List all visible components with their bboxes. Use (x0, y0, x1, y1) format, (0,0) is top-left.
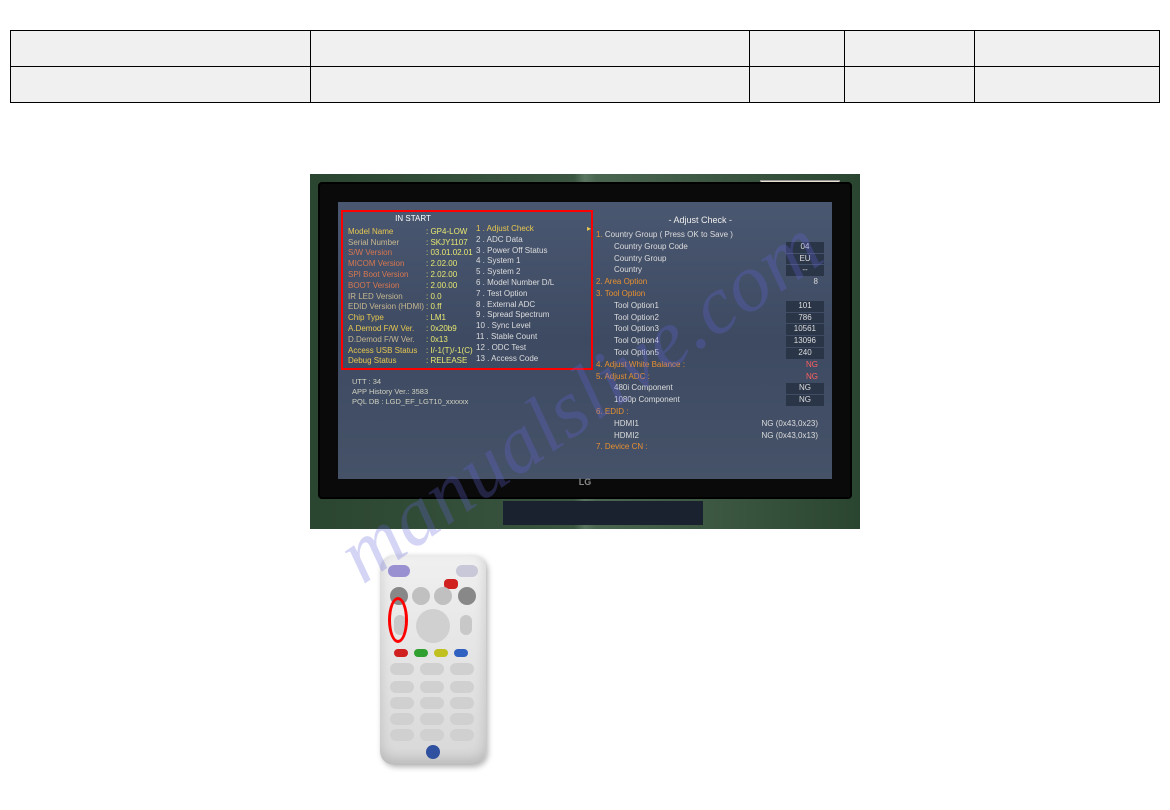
adjust-row: Country Group Code04 (596, 242, 824, 253)
remote-num-button[interactable] (450, 729, 474, 741)
adjust-row: 3. Tool Option (596, 289, 824, 300)
sysinfo-row: Chip Type: LM1 (348, 313, 478, 324)
tv-screen: IN START Model Name: GP4-LOWSerial Numbe… (338, 202, 832, 479)
tv-bezel: IN START Model Name: GP4-LOWSerial Numbe… (318, 182, 852, 499)
menu-item[interactable]: 6 . Model Number D/L (476, 278, 591, 289)
adjust-row: 5. Adjust ADC :NG (596, 372, 824, 383)
remote-button[interactable] (390, 587, 408, 605)
sysinfo-left-column: IN START Model Name: GP4-LOWSerial Numbe… (348, 214, 478, 367)
remote-num-button[interactable] (420, 681, 444, 693)
remote-brand-logo (426, 745, 440, 759)
remote-green-button[interactable] (414, 649, 428, 657)
adjust-row: Tool Option2786 (596, 313, 824, 324)
menu-item[interactable]: 11 . Stable Count (476, 332, 591, 343)
adjust-row: 4. Adjust White Balance :NG (596, 360, 824, 371)
sysinfo-footer: UTT : 34 APP History Ver.: 3583 PQL DB :… (352, 377, 468, 407)
adjust-row: 1080p ComponentNG (596, 395, 824, 406)
remote-num-button[interactable] (390, 697, 414, 709)
adjust-row: HDMI1NG (0x43,0x23) (596, 419, 824, 430)
menu-item[interactable]: 8 . External ADC (476, 300, 591, 311)
remote-volume[interactable] (394, 615, 406, 635)
remote-channel[interactable] (460, 615, 472, 635)
remote-red-button[interactable] (394, 649, 408, 657)
adjust-row: Tool Option5240 (596, 348, 824, 359)
adjust-row: Tool Option413096 (596, 336, 824, 347)
remote-yellow-button[interactable] (434, 649, 448, 657)
instart-header: IN START (348, 214, 478, 225)
remote-num-button[interactable] (450, 697, 474, 709)
menu-item[interactable]: 10 . Sync Level (476, 321, 591, 332)
menu-item[interactable]: 12 . ODC Test (476, 343, 591, 354)
remote-num-button[interactable] (420, 729, 444, 741)
remote-button[interactable] (420, 663, 444, 675)
top-empty-table (10, 30, 1160, 103)
sysinfo-row: SPI Boot Version: 2.02.00 (348, 270, 478, 281)
remote-dpad[interactable] (416, 609, 450, 643)
sysinfo-row: EDID Version (HDMI): 0.ff (348, 302, 478, 313)
sysinfo-row: S/W Version: 03.01.02.01 (348, 248, 478, 259)
adjust-row: 2. Area Option8 (596, 277, 824, 288)
sysinfo-row: A.Demod F/W Ver.: 0x20b9 (348, 324, 478, 335)
menu-arrow-icon: ▸ (587, 224, 591, 235)
adjust-row: Country GroupEU (596, 254, 824, 265)
menu-item[interactable]: 13 . Access Code (476, 354, 591, 365)
menu-item[interactable]: 4 . System 1 (476, 256, 591, 267)
remote-button[interactable] (450, 663, 474, 675)
adjust-row: 6. EDID : (596, 407, 824, 418)
adjust-check-column: 1. Country Group ( Press OK to Save )Cou… (596, 230, 824, 454)
menu-item[interactable]: 7 . Test Option (476, 289, 591, 300)
remote-num-button[interactable] (390, 713, 414, 725)
sysinfo-row: IR LED Version: 0.0 (348, 292, 478, 303)
remote-button[interactable] (456, 565, 478, 577)
remote-button[interactable] (390, 663, 414, 675)
adjust-row: 7. Device CN : (596, 442, 824, 453)
remote-button[interactable] (388, 565, 410, 577)
adjust-row: 1. Country Group ( Press OK to Save ) (596, 230, 824, 241)
remote-button[interactable] (434, 587, 452, 605)
remote-button[interactable] (412, 587, 430, 605)
remote-num-button[interactable] (420, 697, 444, 709)
lg-logo: LG (579, 477, 592, 487)
remote-num-button[interactable] (390, 681, 414, 693)
menu-middle-column: ▸ 1 . Adjust Check2 . ADC Data3 . Power … (476, 224, 591, 364)
adjust-check-title: - Adjust Check - (668, 214, 732, 226)
sysinfo-row: BOOT Version: 2.00.00 (348, 281, 478, 292)
sysinfo-row: D.Demod F/W Ver.: 0x13 (348, 335, 478, 346)
remote-num-button[interactable] (450, 681, 474, 693)
menu-item[interactable]: 9 . Spread Spectrum (476, 310, 591, 321)
menu-item[interactable]: 2 . ADC Data (476, 235, 591, 246)
adjust-row: Tool Option310561 (596, 324, 824, 335)
adjust-row: HDMI2NG (0x43,0x13) (596, 431, 824, 442)
tv-photo: IN START Model Name: GP4-LOWSerial Numbe… (310, 174, 860, 529)
sysinfo-row: Access USB Status: I/-1(T)/-1(C) (348, 346, 478, 357)
menu-item[interactable]: 3 . Power Off Status (476, 246, 591, 257)
sysinfo-row: Model Name: GP4-LOW (348, 227, 478, 238)
sysinfo-row: MICOM Version: 2.02.00 (348, 259, 478, 270)
remote-num-button[interactable] (450, 713, 474, 725)
remote-blue-button[interactable] (454, 649, 468, 657)
menu-item[interactable]: 1 . Adjust Check (476, 224, 591, 235)
adjust-row: Country-- (596, 265, 824, 276)
adjust-row: 480i ComponentNG (596, 383, 824, 394)
tv-bottom-strip (503, 501, 703, 525)
adjust-row: Tool Option1101 (596, 301, 824, 312)
sysinfo-row: Serial Number: SKJY1107 (348, 238, 478, 249)
remote-num-button[interactable] (390, 729, 414, 741)
sysinfo-row: Debug Status: RELEASE (348, 356, 478, 367)
remote-button[interactable] (458, 587, 476, 605)
remote-num-button[interactable] (420, 713, 444, 725)
menu-item[interactable]: 5 . System 2 (476, 267, 591, 278)
remote-control (380, 555, 486, 765)
